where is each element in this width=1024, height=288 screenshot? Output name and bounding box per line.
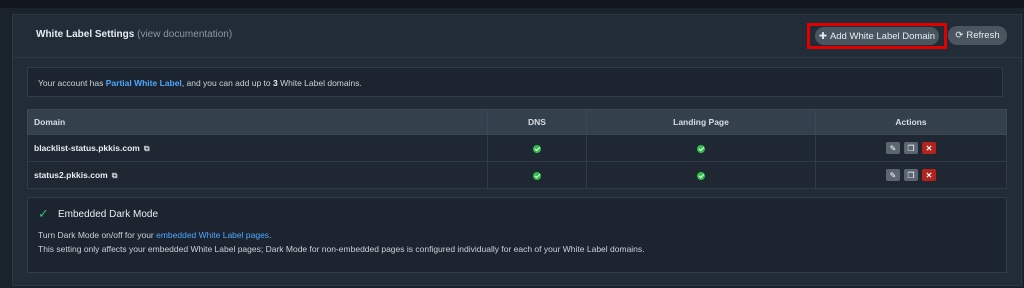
external-link-icon[interactable]: ⧉ <box>144 144 150 153</box>
column-header-dns: DNS <box>487 109 587 135</box>
info-prefix: Your account has <box>38 78 106 88</box>
check-circle-icon <box>533 144 541 153</box>
actions-cell: ✎ ❐ ✕ <box>815 161 1007 189</box>
delete-icon[interactable]: ✕ <box>922 169 936 181</box>
domain-cell: blacklist-status.pkkis.com ⧉ <box>27 134 488 162</box>
checkmark-icon[interactable]: ✓ <box>38 206 49 222</box>
top-strip <box>0 0 1024 8</box>
plus-icon: ✚ <box>818 30 827 42</box>
column-header-actions: Actions <box>815 109 1007 135</box>
column-header-landing-page: Landing Page <box>586 109 816 135</box>
info-suffix: White Label domains. <box>277 78 362 88</box>
info-middle: , and you can add up to <box>181 78 273 88</box>
edit-icon[interactable]: ✎ <box>886 142 900 154</box>
view-documentation-link[interactable]: view documentation <box>140 29 228 40</box>
domain-link[interactable]: blacklist-status.pkkis.com <box>34 143 140 153</box>
external-link-icon[interactable]: ⧉ <box>112 171 118 180</box>
description-prefix: Turn Dark Mode on/off for your <box>38 230 157 240</box>
table-row: status2.pkkis.com ⧉ ✎ ❐ ✕ <box>27 161 1007 189</box>
page-title: White Label Settings (view documentation… <box>36 29 232 40</box>
landing-page-status-cell <box>586 161 816 189</box>
embedded-dark-mode-box: ✓ Embedded Dark Mode Turn Dark Mode on/o… <box>27 197 1007 273</box>
check-circle-icon <box>533 171 541 180</box>
refresh-button-label: Refresh <box>966 30 1000 41</box>
dark-mode-note: This setting only affects your embedded … <box>38 244 645 254</box>
description-suffix: . <box>269 230 272 240</box>
dark-mode-label[interactable]: Embedded Dark Mode <box>58 209 158 220</box>
dns-status-cell <box>487 161 587 189</box>
doc-close-paren: ) <box>228 29 233 40</box>
landing-page-status-cell <box>586 134 816 162</box>
table-row: blacklist-status.pkkis.com ⧉ ✎ ❐ ✕ <box>27 134 1007 162</box>
copy-icon[interactable]: ❐ <box>904 169 918 181</box>
refresh-button[interactable]: ⟳ Refresh <box>948 26 1007 45</box>
copy-icon[interactable]: ❐ <box>904 142 918 154</box>
title-text: White Label Settings <box>36 29 135 40</box>
add-white-label-domain-button[interactable]: ✚ Add White Label Domain <box>815 27 939 45</box>
edit-icon[interactable]: ✎ <box>886 169 900 181</box>
plan-name: Partial White Label <box>105 78 182 88</box>
domain-cell: status2.pkkis.com ⧉ <box>27 161 488 189</box>
add-domain-highlight: ✚ Add White Label Domain <box>807 23 947 49</box>
check-circle-icon <box>697 171 705 180</box>
panel-header: White Label Settings (view documentation… <box>13 15 1021 58</box>
actions-cell: ✎ ❐ ✕ <box>815 134 1007 162</box>
check-circle-icon <box>697 144 705 153</box>
column-header-domain: Domain <box>27 109 488 135</box>
dark-mode-description: Turn Dark Mode on/off for your embedded … <box>38 230 271 240</box>
white-label-settings-panel: White Label Settings (view documentation… <box>12 14 1022 286</box>
domains-table: Domain DNS Landing Page Actions blacklis… <box>27 109 1007 189</box>
refresh-icon: ⟳ <box>955 30 964 41</box>
table-header-row: Domain DNS Landing Page Actions <box>27 109 1007 135</box>
delete-icon[interactable]: ✕ <box>922 142 936 154</box>
domain-link[interactable]: status2.pkkis.com <box>34 170 108 180</box>
dns-status-cell <box>487 134 587 162</box>
account-info-box: Your account has Partial White Label, an… <box>27 67 1003 97</box>
embedded-pages-link[interactable]: embedded White Label pages <box>156 230 269 240</box>
add-button-label: Add White Label Domain <box>829 30 936 42</box>
